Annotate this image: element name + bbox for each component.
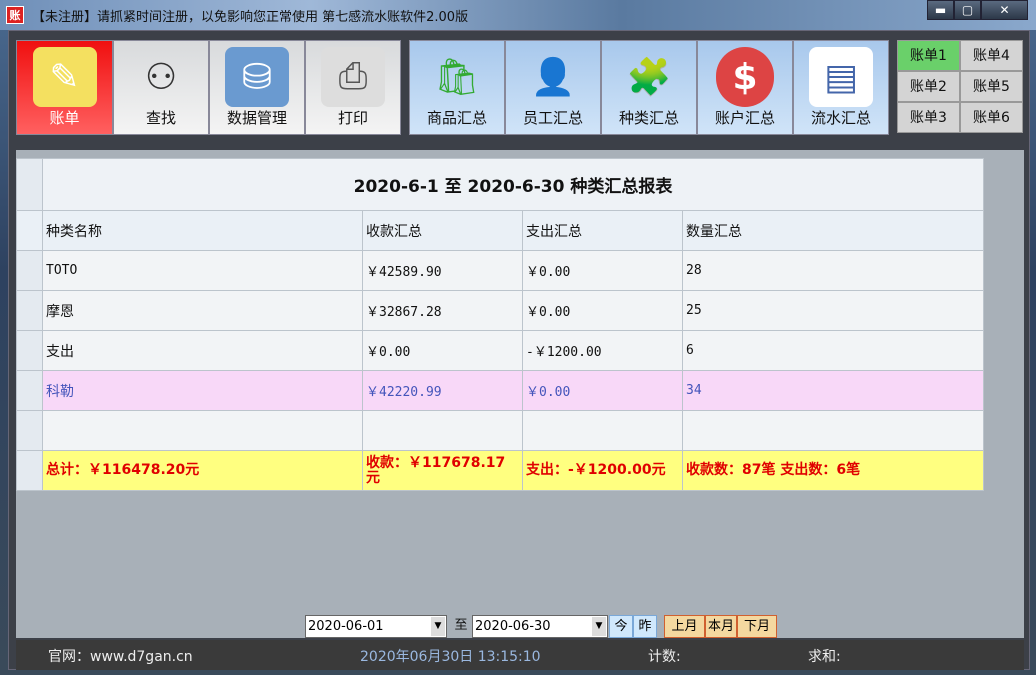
- table-row[interactable]: 摩恩￥32867.28￥0.0025: [17, 291, 984, 331]
- product-summary-button[interactable]: 🛍商品汇总: [409, 40, 505, 135]
- minimize-button[interactable]: ▬: [927, 0, 954, 20]
- cell: 科勒: [43, 371, 363, 411]
- next-month-button[interactable]: 下月: [737, 615, 777, 638]
- datetime: 2020年06月30日 13:15:10: [360, 646, 541, 666]
- ledger-icon: ▤: [809, 47, 873, 107]
- employee-icon: 👤: [521, 47, 585, 107]
- empty-row: [17, 411, 984, 451]
- dollar-coin-icon: $: [716, 47, 774, 107]
- dropdown-arrow-icon[interactable]: ▼: [431, 617, 445, 636]
- account-2-button[interactable]: 账单2: [897, 71, 960, 102]
- sum-label: 求和:: [808, 646, 841, 666]
- account-1-button[interactable]: 账单1: [897, 40, 960, 71]
- product-summary-label: 商品汇总: [410, 107, 504, 128]
- usb-drive-icon: ⛁: [225, 47, 289, 107]
- yesterday-button[interactable]: 昨: [633, 615, 657, 638]
- col-category[interactable]: 种类名称: [43, 211, 363, 251]
- total-income: 收款：￥117678.17元: [363, 451, 523, 491]
- total-counts: 收款数：87笔 支出数：6笔: [683, 451, 984, 491]
- col-quantity[interactable]: 数量汇总: [683, 211, 984, 251]
- cell: ￥42220.99: [363, 371, 523, 411]
- from-date-picker[interactable]: 2020-06-01 ▼: [305, 615, 447, 638]
- total-expense: 支出：-￥1200.00元: [523, 451, 683, 491]
- cell: 摩恩: [43, 291, 363, 331]
- account-5-button[interactable]: 账单5: [960, 71, 1023, 102]
- cell: ￥32867.28: [363, 291, 523, 331]
- totals-row: 总计：￥116478.20元收款：￥117678.17元支出：-￥1200.00…: [17, 451, 984, 491]
- to-date-value: 2020-06-30: [475, 619, 551, 634]
- search-label: 查找: [114, 107, 208, 128]
- cell: 28: [683, 251, 984, 291]
- cell: ￥0.00: [523, 371, 683, 411]
- header-row: 种类名称 收款汇总 支出汇总 数量汇总: [17, 211, 984, 251]
- cell: TOTO: [43, 251, 363, 291]
- cell: -￥1200.00: [523, 331, 683, 371]
- today-button[interactable]: 今: [609, 615, 633, 638]
- journal-summary-label: 流水汇总: [794, 107, 888, 128]
- report-title: 2020-6-1 至 2020-6-30 种类汇总报表: [43, 159, 984, 211]
- bill-label: 账单: [17, 107, 112, 128]
- pencil-notebook-icon: ✎: [33, 47, 97, 107]
- account-6-button[interactable]: 账单6: [960, 102, 1023, 133]
- journal-summary-button[interactable]: ▤流水汇总: [793, 40, 889, 135]
- print-button[interactable]: ⎙打印: [305, 40, 401, 135]
- cell: ￥0.00: [363, 331, 523, 371]
- bill-button[interactable]: ✎账单: [16, 40, 113, 135]
- table-row-selected[interactable]: 科勒￥42220.99￥0.0034: [17, 371, 984, 411]
- total-net: 总计：￥116478.20元: [43, 451, 363, 491]
- cell: 6: [683, 331, 984, 371]
- status-bar: 官网：www.d7gan.cn 2020年06月30日 13:15:10 计数:…: [16, 640, 1024, 670]
- category-summary-button[interactable]: 🧩种类汇总: [601, 40, 697, 135]
- category-summary-label: 种类汇总: [602, 107, 696, 128]
- shopping-bag-icon: 🛍: [425, 47, 489, 107]
- to-label: 至: [451, 615, 471, 638]
- printer-icon: ⎙: [321, 47, 385, 107]
- cell: 25: [683, 291, 984, 331]
- report-table: 2020-6-1 至 2020-6-30 种类汇总报表 种类名称 收款汇总 支出…: [16, 158, 984, 491]
- close-button[interactable]: ✕: [981, 0, 1028, 20]
- cell: ￥0.00: [523, 251, 683, 291]
- maximize-button[interactable]: ▢: [954, 0, 981, 20]
- app-icon: 账: [6, 6, 24, 24]
- binoculars-icon: ⚇: [129, 47, 193, 107]
- account-4-button[interactable]: 账单4: [960, 40, 1023, 71]
- table-row[interactable]: 支出￥0.00-￥1200.006: [17, 331, 984, 371]
- table-row[interactable]: TOTO￥42589.90￥0.0028: [17, 251, 984, 291]
- account-summary-button[interactable]: $账户汇总: [697, 40, 793, 135]
- print-label: 打印: [306, 107, 400, 128]
- employee-summary-label: 员工汇总: [506, 107, 600, 128]
- cell: 34: [683, 371, 984, 411]
- website-link[interactable]: 官网：www.d7gan.cn: [48, 646, 193, 666]
- col-income[interactable]: 收款汇总: [363, 211, 523, 251]
- puzzle-icon: 🧩: [617, 47, 681, 107]
- title-bar: 账 【未注册】请抓紧时间注册，以免影响您正常使用 第七感流水账软件2.00版: [0, 0, 1036, 30]
- account-3-button[interactable]: 账单3: [897, 102, 960, 133]
- search-button[interactable]: ⚇查找: [113, 40, 209, 135]
- cell: 支出: [43, 331, 363, 371]
- data-management-label: 数据管理: [210, 107, 304, 128]
- last-month-button[interactable]: 上月: [664, 615, 705, 638]
- window-title: 【未注册】请抓紧时间注册，以免影响您正常使用 第七感流水账软件2.00版: [32, 6, 468, 25]
- cell: ￥0.00: [523, 291, 683, 331]
- employee-summary-button[interactable]: 👤员工汇总: [505, 40, 601, 135]
- dropdown-arrow-icon[interactable]: ▼: [592, 617, 606, 636]
- col-expense[interactable]: 支出汇总: [523, 211, 683, 251]
- cell: ￥42589.90: [363, 251, 523, 291]
- this-month-button[interactable]: 本月: [705, 615, 737, 638]
- account-summary-label: 账户汇总: [698, 107, 792, 128]
- from-date-value: 2020-06-01: [308, 619, 384, 634]
- data-management-button[interactable]: ⛁数据管理: [209, 40, 305, 135]
- count-label: 计数:: [648, 646, 681, 666]
- to-date-picker[interactable]: 2020-06-30 ▼: [472, 615, 608, 638]
